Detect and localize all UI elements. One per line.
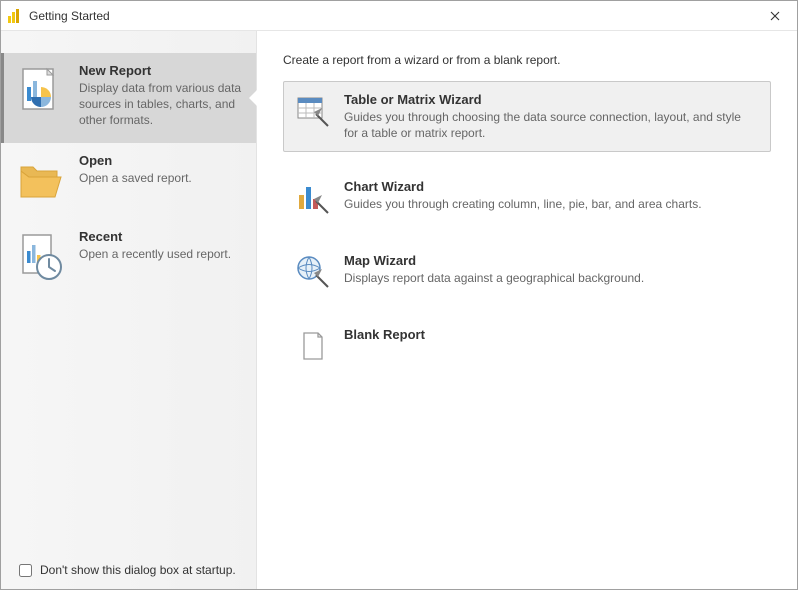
- dont-show-checkbox[interactable]: [19, 564, 32, 577]
- table-wizard-icon: [296, 94, 330, 128]
- option-title: Blank Report: [344, 327, 758, 342]
- app-icon: [7, 8, 23, 24]
- option-desc: Displays report data against a geographi…: [344, 270, 758, 286]
- new-report-icon: [17, 67, 65, 115]
- sidebar: New Report Display data from various dat…: [1, 31, 257, 589]
- dont-show-checkbox-row[interactable]: Don't show this dialog box at startup.: [1, 553, 256, 589]
- chart-wizard-icon: [296, 181, 330, 215]
- option-table-matrix-wizard[interactable]: Table or Matrix Wizard Guides you throug…: [283, 81, 771, 152]
- dont-show-label: Don't show this dialog box at startup.: [40, 563, 236, 577]
- option-title: Chart Wizard: [344, 179, 758, 194]
- option-chart-wizard[interactable]: Chart Wizard Guides you through creating…: [283, 168, 771, 226]
- open-folder-icon: [17, 157, 65, 205]
- window-title: Getting Started: [29, 9, 752, 23]
- sidebar-item-title: New Report: [79, 63, 242, 78]
- sidebar-item-desc: Open a recently used report.: [79, 246, 242, 262]
- close-button[interactable]: [752, 1, 797, 31]
- map-wizard-icon: [296, 255, 330, 289]
- option-blank-report[interactable]: Blank Report: [283, 316, 771, 374]
- main-panel: Create a report from a wizard or from a …: [257, 31, 797, 589]
- sidebar-item-new-report[interactable]: New Report Display data from various dat…: [1, 53, 256, 143]
- option-title: Table or Matrix Wizard: [344, 92, 758, 107]
- getting-started-dialog: Getting Started: [0, 0, 798, 590]
- sidebar-item-open[interactable]: Open Open a saved report.: [1, 143, 256, 219]
- sidebar-item-title: Recent: [79, 229, 242, 244]
- option-desc: Guides you through creating column, line…: [344, 196, 758, 212]
- sidebar-item-recent[interactable]: Recent Open a recently used report.: [1, 219, 256, 295]
- option-desc: Guides you through choosing the data sou…: [344, 109, 758, 141]
- recent-report-icon: [17, 233, 65, 281]
- blank-report-icon: [296, 329, 330, 363]
- option-title: Map Wizard: [344, 253, 758, 268]
- sidebar-item-desc: Display data from various data sources i…: [79, 80, 242, 129]
- sidebar-item-desc: Open a saved report.: [79, 170, 242, 186]
- sidebar-item-title: Open: [79, 153, 242, 168]
- titlebar: Getting Started: [1, 1, 797, 31]
- option-map-wizard[interactable]: Map Wizard Displays report data against …: [283, 242, 771, 300]
- dialog-body: New Report Display data from various dat…: [1, 31, 797, 589]
- main-heading: Create a report from a wizard or from a …: [283, 53, 771, 67]
